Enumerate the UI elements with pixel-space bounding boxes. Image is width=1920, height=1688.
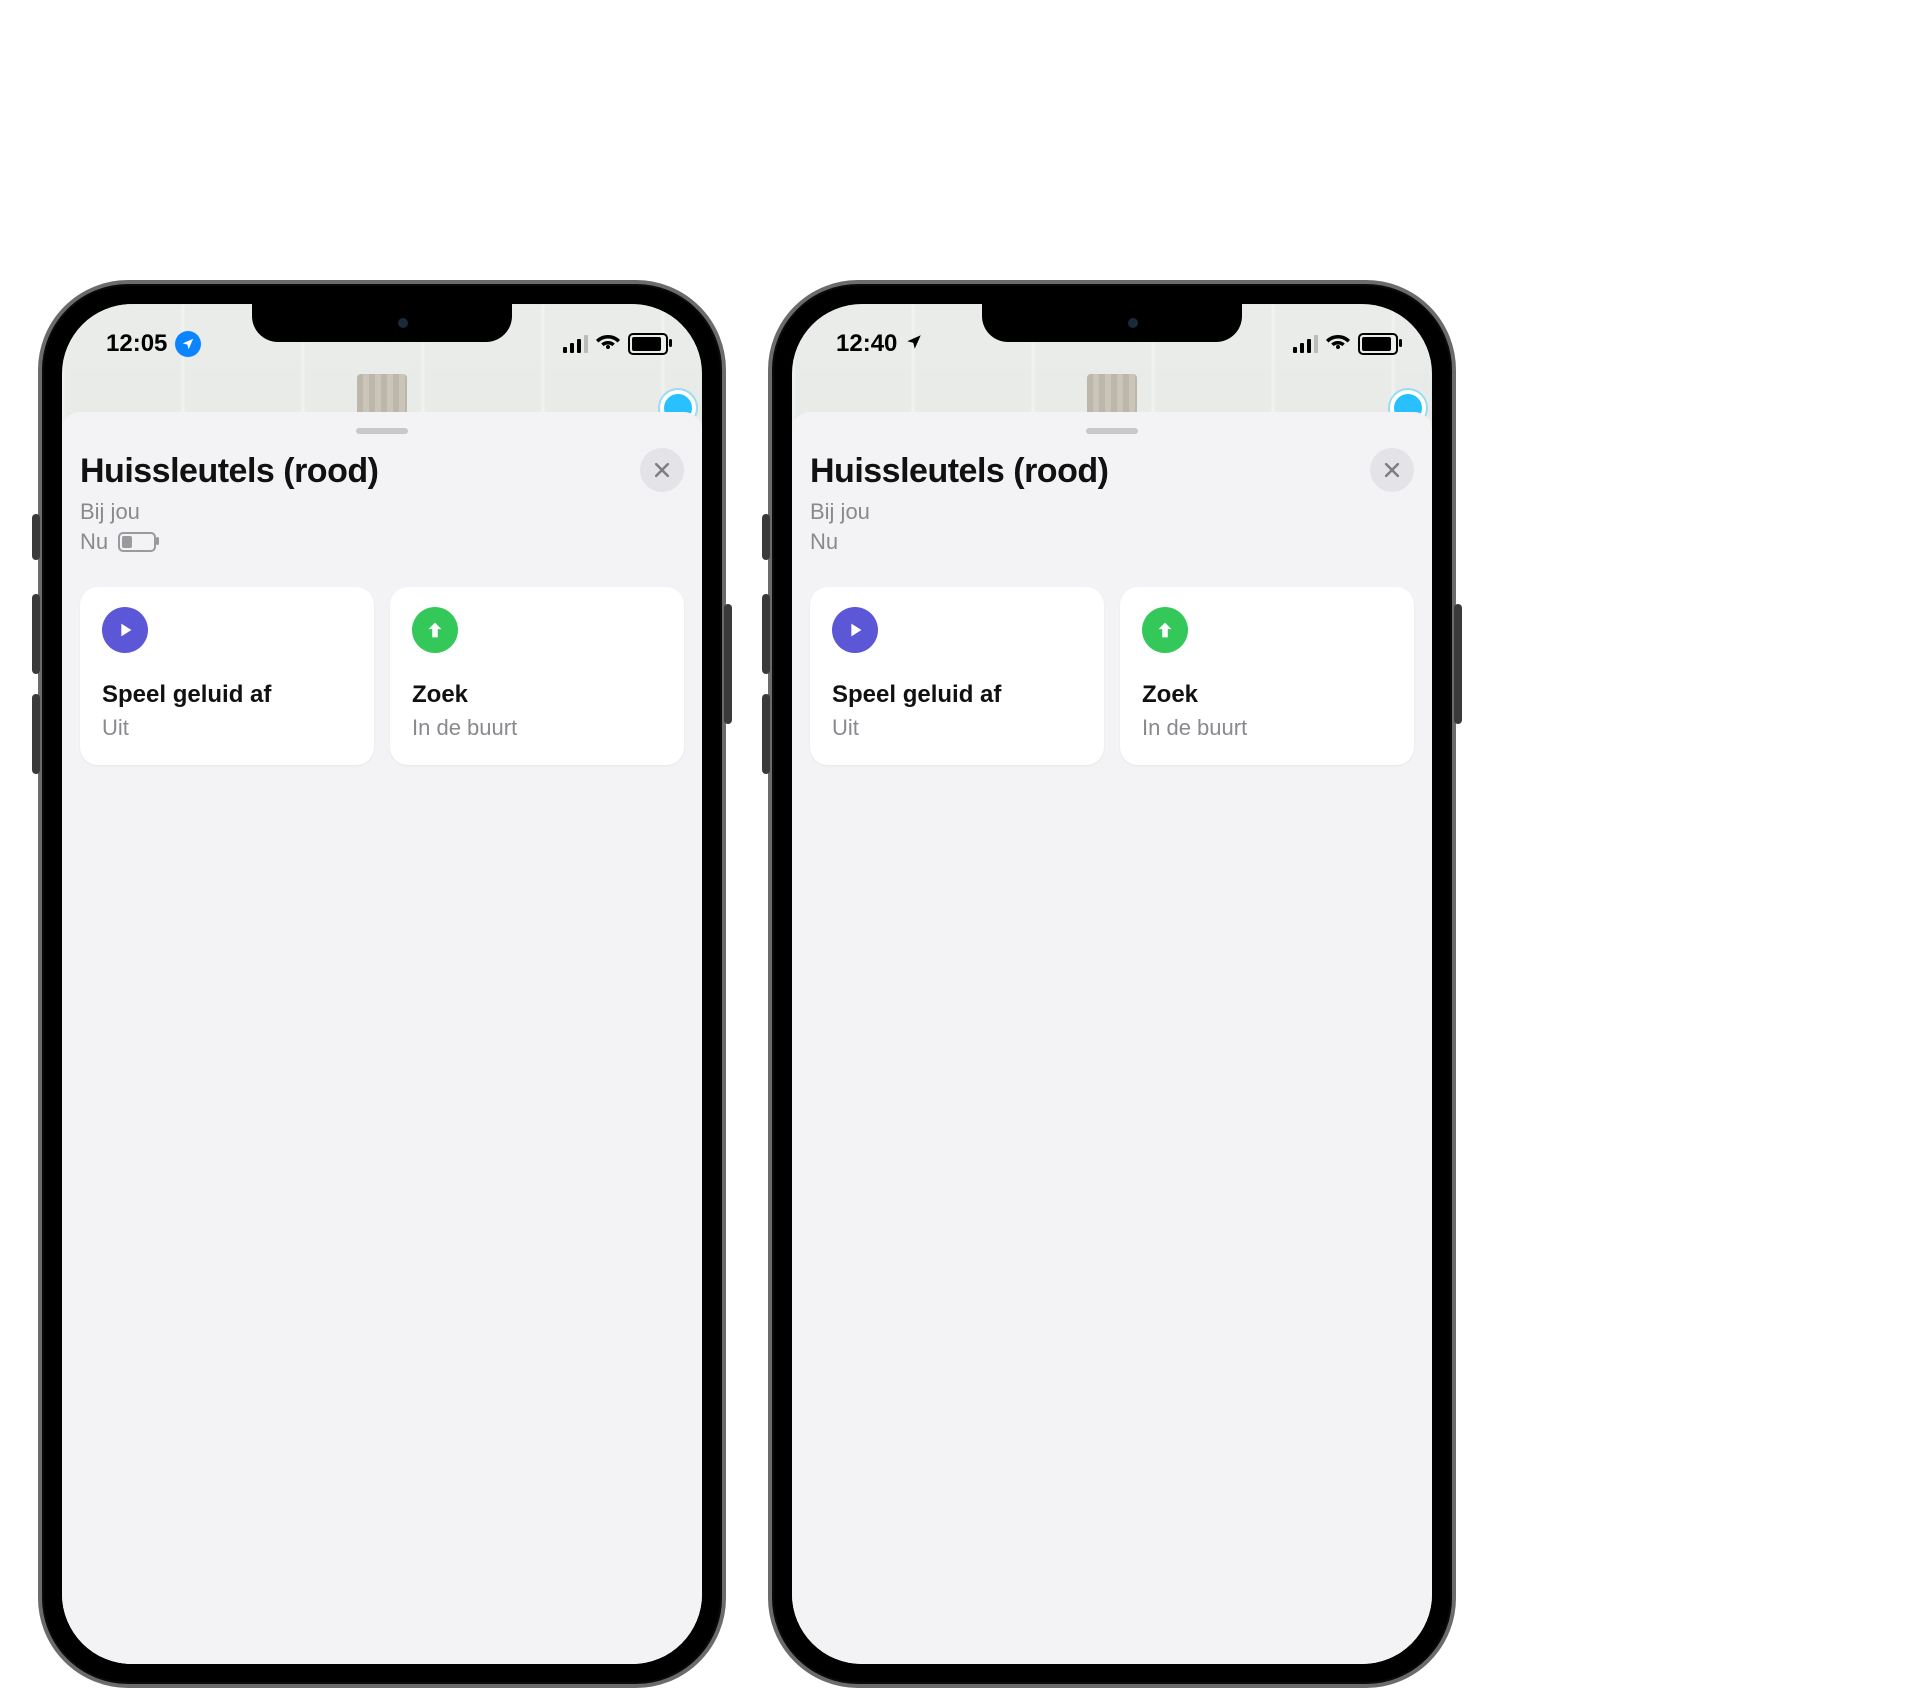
wifi-icon [1326,329,1350,360]
play-sound-title: Speel geluid af [832,681,1082,709]
item-location-status: Bij jou [810,499,1370,525]
close-button[interactable] [1370,448,1414,492]
cellular-signal-icon [563,335,588,353]
item-location-status: Bij jou [80,499,640,525]
find-status: In de buurt [1142,715,1392,741]
find-card[interactable]: Zoek In de buurt [390,587,684,765]
play-sound-card[interactable]: Speel geluid af Uit [80,587,374,765]
cellular-signal-icon [1293,335,1318,353]
phone-mockup: 12:05 Huissleutels (rood) [38,280,726,1688]
sheet-grabber[interactable] [1086,428,1138,434]
play-icon [102,607,148,653]
item-time-status: Nu [80,529,108,555]
close-button[interactable] [640,448,684,492]
status-time: 12:40 [836,330,897,358]
item-battery-icon [118,532,156,552]
play-icon [832,607,878,653]
play-sound-status: Uit [832,715,1082,741]
arrow-up-icon [1142,607,1188,653]
play-sound-card[interactable]: Speel geluid af Uit [810,587,1104,765]
item-title: Huissleutels (rood) [810,452,1370,491]
play-sound-status: Uit [102,715,352,741]
battery-icon [1358,333,1398,355]
item-title: Huissleutels (rood) [80,452,640,491]
location-services-icon [905,330,923,358]
find-status: In de buurt [412,715,662,741]
item-detail-sheet[interactable]: Huissleutels (rood) Bij jou Nu [62,412,702,1664]
find-title: Zoek [1142,681,1392,709]
phone-mockup: 12:40 Huissleutels (rood) [768,280,1456,1688]
item-time-status: Nu [810,529,838,555]
device-notch [252,304,512,342]
play-sound-title: Speel geluid af [102,681,352,709]
arrow-up-icon [412,607,458,653]
sheet-grabber[interactable] [356,428,408,434]
find-card[interactable]: Zoek In de buurt [1120,587,1414,765]
item-detail-sheet[interactable]: Huissleutels (rood) Bij jou Nu [792,412,1432,1664]
device-notch [982,304,1242,342]
find-title: Zoek [412,681,662,709]
status-time: 12:05 [106,330,167,358]
wifi-icon [596,329,620,360]
battery-icon [628,333,668,355]
location-services-icon [175,331,201,357]
